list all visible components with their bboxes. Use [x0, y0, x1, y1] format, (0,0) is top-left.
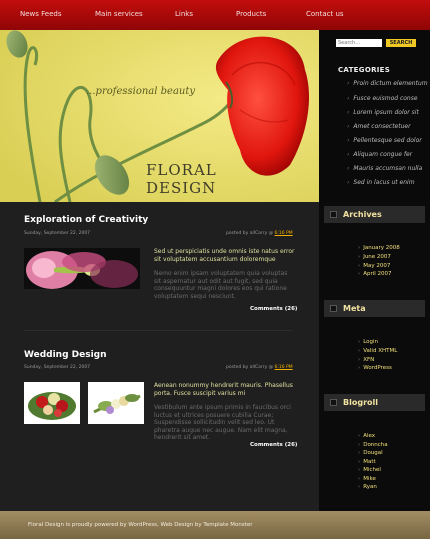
arrow-icon: ›: [347, 95, 350, 102]
post-image: [24, 248, 140, 289]
category-item[interactable]: › Lorem ipsum dolor sit: [347, 109, 419, 116]
footer-text: Floral Design is proudly powered by Word…: [28, 522, 253, 528]
categories-heading: CATEGORIES: [338, 66, 391, 74]
comments-link[interactable]: Comments (26): [250, 442, 297, 448]
arrow-icon: ›: [347, 165, 350, 172]
footer: Floral Design is proudly powered by Word…: [0, 511, 430, 539]
arrow-icon: ›: [358, 245, 361, 251]
blogroll-heading: Blogroll: [343, 398, 378, 407]
post-image: [88, 382, 144, 424]
arrow-icon: ›: [358, 365, 361, 371]
post-title[interactable]: Exploration of Creativity: [24, 215, 148, 225]
arrow-icon: ›: [358, 484, 361, 490]
blogroll-heading-box: Blogroll: [324, 394, 425, 411]
post-title[interactable]: Wedding Design: [24, 350, 107, 360]
search-input[interactable]: [336, 39, 382, 47]
blogroll-item[interactable]: › Matt: [358, 459, 376, 465]
archive-item[interactable]: › June 2007: [358, 254, 391, 260]
bullet-icon: [330, 399, 337, 406]
arrow-icon: ›: [358, 467, 361, 473]
header-title-line1: FLORAL: [146, 161, 217, 179]
arrow-icon: ›: [358, 263, 361, 269]
post-author: posted by allCarry @ 6:16 PM: [226, 231, 293, 236]
header-tagline: ...professional beauty: [86, 86, 196, 97]
meta-item[interactable]: › WordPress: [358, 365, 392, 371]
arrow-icon: ›: [347, 109, 350, 116]
post-time-link[interactable]: 6:16 PM: [275, 365, 293, 370]
post-body: Nemo enim ipsam voluptatem quia voluptas…: [154, 270, 288, 300]
post-date: Sunday, September 22, 2007: [24, 231, 91, 236]
bullet-icon: [330, 305, 337, 312]
comments-link[interactable]: Comments (26): [250, 306, 297, 312]
post-author: posted by allCarry @ 6:16 PM: [226, 365, 293, 370]
divider: [24, 330, 292, 331]
arrow-icon: ›: [358, 433, 361, 439]
header-banner: ...professional beauty FLORAL DESIGN: [0, 30, 319, 202]
arrow-icon: ›: [347, 179, 350, 186]
archives-heading-box: Archives: [324, 206, 425, 223]
post-lead: Aenean nonummy hendrerit mauris. Phasell…: [154, 382, 293, 397]
post-image: [24, 382, 80, 424]
category-item[interactable]: › Fusce euismod conse: [347, 95, 418, 102]
meta-heading: Meta: [343, 304, 366, 313]
arrow-icon: ›: [347, 151, 350, 158]
meta-item[interactable]: › Valid XHTML: [358, 348, 397, 354]
meta-heading-box: Meta: [324, 300, 425, 317]
arrow-icon: ›: [358, 339, 361, 345]
blogroll-item[interactable]: › Ryan: [358, 484, 377, 490]
sidebar-top-panel: [319, 30, 430, 202]
category-item[interactable]: › Amet consectetuer: [347, 123, 411, 130]
category-item[interactable]: › Pellentesque sed dolor: [347, 137, 422, 144]
archive-item[interactable]: › April 2007: [358, 271, 392, 277]
blogroll-item[interactable]: › Mike: [358, 476, 376, 482]
blogroll-item[interactable]: › Alex: [358, 433, 375, 439]
arrow-icon: ›: [347, 137, 350, 144]
archive-item[interactable]: › January 2008: [358, 245, 400, 251]
nav-item-main-services[interactable]: Main services: [95, 10, 143, 18]
blogroll-item[interactable]: › Michel: [358, 467, 381, 473]
archives-heading: Archives: [343, 210, 382, 219]
blogroll-item[interactable]: › Donncha: [358, 442, 388, 448]
category-item[interactable]: › Mauris accumsan nulla: [347, 165, 422, 172]
category-item[interactable]: › Aliquam congue fer: [347, 151, 412, 158]
meta-item[interactable]: › Login: [358, 339, 378, 345]
post-time-link[interactable]: 6:16 PM: [275, 231, 293, 236]
page: News Feeds Main services Links Products …: [0, 0, 430, 539]
arrow-icon: ›: [347, 80, 350, 87]
top-nav: News Feeds Main services Links Products …: [0, 0, 430, 30]
arrow-icon: ›: [358, 254, 361, 260]
archive-item[interactable]: › May 2007: [358, 263, 390, 269]
category-item[interactable]: › Proin dictum elementum: [347, 80, 428, 87]
nav-item-contact-us[interactable]: Contact us: [306, 10, 344, 18]
category-item[interactable]: › Sed in lacus ut enim: [347, 179, 415, 186]
search-button[interactable]: SEARCH: [386, 39, 416, 47]
nav-item-links[interactable]: Links: [175, 10, 193, 18]
post-body: Vestibulum ante ipsum primis in faucibus…: [154, 404, 291, 441]
arrow-icon: ›: [358, 476, 361, 482]
arrow-icon: ›: [358, 442, 361, 448]
nav-item-products[interactable]: Products: [236, 10, 266, 18]
arrow-icon: ›: [358, 271, 361, 277]
post-lead: Sed ut perspiciatis unde omnis iste natu…: [154, 248, 295, 263]
header-title-line2: DESIGN: [146, 179, 217, 197]
arrow-icon: ›: [358, 450, 361, 456]
arrow-icon: ›: [358, 348, 361, 354]
arrow-icon: ›: [347, 123, 350, 130]
nav-item-news-feeds[interactable]: News Feeds: [20, 10, 62, 18]
arrow-icon: ›: [358, 459, 361, 465]
arrow-icon: ›: [358, 357, 361, 363]
post-date: Sunday, September 22, 2007: [24, 365, 91, 370]
bullet-icon: [330, 211, 337, 218]
meta-item[interactable]: › XFN: [358, 357, 374, 363]
blogroll-item[interactable]: › Dougal: [358, 450, 383, 456]
